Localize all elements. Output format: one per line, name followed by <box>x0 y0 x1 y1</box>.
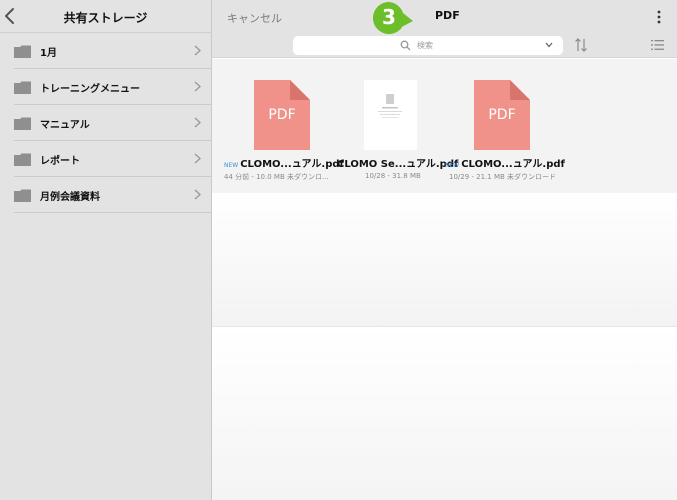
chevron-down-icon[interactable] <box>545 42 553 48</box>
cancel-button[interactable]: キャンセル <box>227 10 282 26</box>
chevron-right-icon <box>194 45 201 56</box>
folder-label: トレーニングメニュー <box>40 84 140 95</box>
pdf-file-icon: PDF <box>474 80 530 150</box>
folder-label: 1月 <box>40 48 57 59</box>
folder-icon <box>14 153 31 166</box>
folder-label: マニュアル <box>40 120 90 131</box>
more-vertical-icon[interactable] <box>657 10 661 24</box>
chevron-right-icon <box>194 81 201 92</box>
top-bar: キャンセル PDF <box>212 0 677 33</box>
folder-item[interactable]: 月例会議資料 <box>0 177 211 213</box>
document-preview <box>364 80 417 150</box>
file-card[interactable]: PDF NEW CLOMO...ュアル.pdf 44 分前 - 10.0 MB … <box>224 59 349 189</box>
folder-item[interactable]: 1月 <box>0 33 211 69</box>
file-name: CLOMO...ュアル.pdf <box>461 159 565 170</box>
search-bar: 検索 <box>212 33 677 58</box>
folder-label: レポート <box>40 156 80 167</box>
new-badge: NEW <box>445 162 460 169</box>
search-input[interactable]: 検索 <box>293 36 563 55</box>
file-name-row: NEW CLOMO...ュアル.pdf <box>224 155 344 170</box>
folder-icon <box>14 117 31 130</box>
file-card[interactable]: PDF NEW CLOMO...ュアル.pdf 10/29 - 21.1 MB … <box>445 59 570 189</box>
document-preview-icon <box>364 80 417 150</box>
sidebar-header: 共有ストレージ <box>0 0 211 33</box>
folder-item[interactable]: マニュアル <box>0 105 211 141</box>
file-grid: PDF NEW CLOMO...ュアル.pdf 44 分前 - 10.0 MB … <box>212 59 677 193</box>
chevron-right-icon <box>194 153 201 164</box>
file-meta: 10/28 - 31.8 MB <box>365 172 421 180</box>
folder-item[interactable]: レポート <box>0 141 211 177</box>
pdf-thumb-label: PDF <box>488 107 516 123</box>
main-pane: キャンセル PDF 3 検索 PDF NEW CLOMO...ュアル.pdf 4… <box>212 0 677 500</box>
sidebar-title: 共有ストレージ <box>63 11 148 25</box>
file-name-row: NEW CLOMO...ュアル.pdf <box>445 155 565 170</box>
file-name-row: CLOMO Se...ュアル.pdf <box>337 155 458 170</box>
empty-row <box>212 193 677 326</box>
folder-label: 月例会議資料 <box>40 192 100 203</box>
list-view-icon[interactable] <box>651 39 664 51</box>
file-name: CLOMO...ュアル.pdf <box>240 159 344 170</box>
chevron-right-icon <box>194 189 201 200</box>
step-badge: 3 <box>372 1 414 43</box>
file-card[interactable]: CLOMO Se...ュアル.pdf 10/28 - 31.8 MB <box>337 59 462 189</box>
chevron-right-icon <box>194 117 201 128</box>
pdf-thumb-label: PDF <box>268 107 296 123</box>
step-badge-number: 3 <box>382 5 396 29</box>
folder-list: 1月 トレーニングメニュー マニュアル レポート 月例会議資料 <box>0 33 211 213</box>
folder-icon <box>14 81 31 94</box>
file-name: CLOMO Se...ュアル.pdf <box>337 159 459 170</box>
folder-item[interactable]: トレーニングメニュー <box>0 69 211 105</box>
sort-icon[interactable] <box>574 37 588 53</box>
file-meta: 44 分前 - 10.0 MB 未ダウンロ... <box>224 173 329 181</box>
new-badge: NEW <box>224 162 239 169</box>
search-placeholder: 検索 <box>417 41 433 50</box>
sidebar: 共有ストレージ 1月 トレーニングメニュー マニュアル レポート 月例会議資料 <box>0 0 212 500</box>
folder-icon <box>14 189 31 202</box>
folder-icon <box>14 45 31 58</box>
pdf-file-icon: PDF <box>254 80 310 150</box>
page-title: PDF <box>435 9 460 22</box>
empty-row <box>212 326 677 500</box>
file-meta: 10/29 - 21.1 MB 未ダウンロード <box>449 173 557 181</box>
